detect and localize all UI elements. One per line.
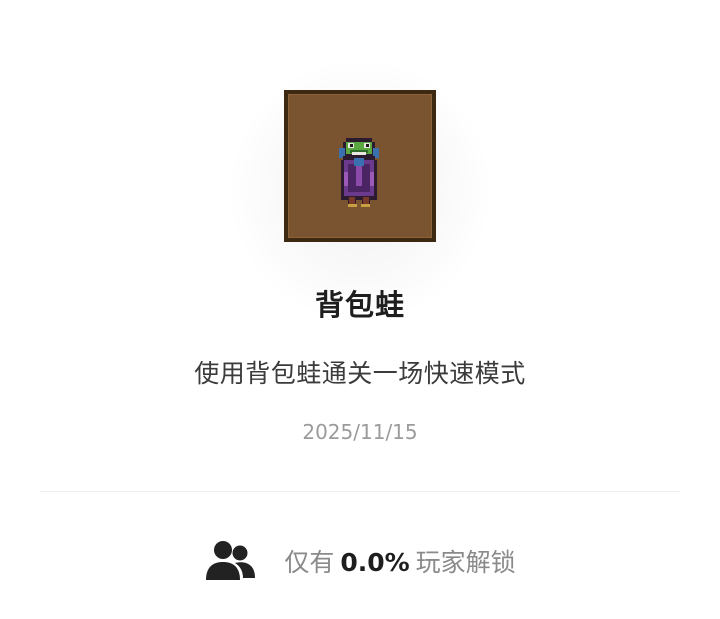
achievement-description: 使用背包蛙通关一场快速模式 [194,359,526,388]
backpack-frog-pixel-icon [339,138,379,207]
unlock-stats: 仅有 0.0% 玩家解锁 [0,537,720,585]
achievement-icon [284,90,436,242]
achievement-date: 2025/11/15 [302,420,418,444]
users-icon [204,540,256,582]
unlock-percentage: 0.0% [340,548,410,577]
unlock-stats-text: 仅有 0.0% 玩家解锁 [284,543,515,579]
achievement-card: 背包蛙 使用背包蛙通关一场快速模式 2025/11/15 仅有 0.0% 玩家解锁 [0,0,720,619]
unlock-prefix: 仅有 [284,548,335,577]
unlock-suffix: 玩家解锁 [415,548,516,577]
achievement-title: 背包蛙 [314,288,405,322]
divider [40,491,680,492]
